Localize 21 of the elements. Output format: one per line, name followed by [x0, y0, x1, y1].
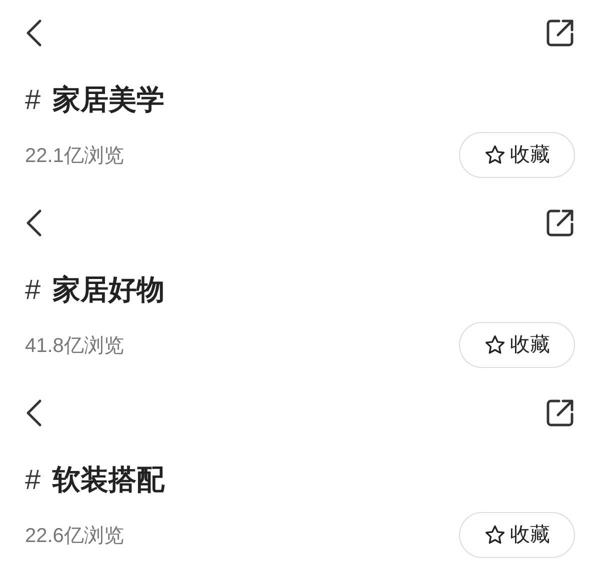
view-count: 22.6亿浏览	[25, 524, 124, 549]
view-count: 22.1亿浏览	[25, 144, 124, 169]
hash-mark: #	[25, 463, 41, 497]
favorite-button[interactable]: 收藏	[459, 322, 575, 368]
topic-title: 家居美学	[52, 83, 165, 117]
back-icon[interactable]	[25, 209, 43, 237]
share-icon[interactable]	[545, 18, 575, 48]
star-icon	[484, 334, 506, 356]
share-icon[interactable]	[545, 398, 575, 428]
favorite-button[interactable]: 收藏	[459, 512, 575, 558]
hash-mark: #	[25, 83, 41, 117]
topic-title: 家居好物	[52, 273, 165, 307]
favorite-button[interactable]: 收藏	[459, 132, 575, 178]
star-icon	[484, 524, 506, 546]
hash-mark: #	[25, 273, 41, 307]
share-icon[interactable]	[545, 208, 575, 238]
back-icon[interactable]	[25, 19, 43, 47]
view-count: 41.8亿浏览	[25, 334, 124, 359]
back-icon[interactable]	[25, 399, 43, 427]
topic-title: 软装搭配	[52, 463, 165, 497]
star-icon	[484, 144, 506, 166]
